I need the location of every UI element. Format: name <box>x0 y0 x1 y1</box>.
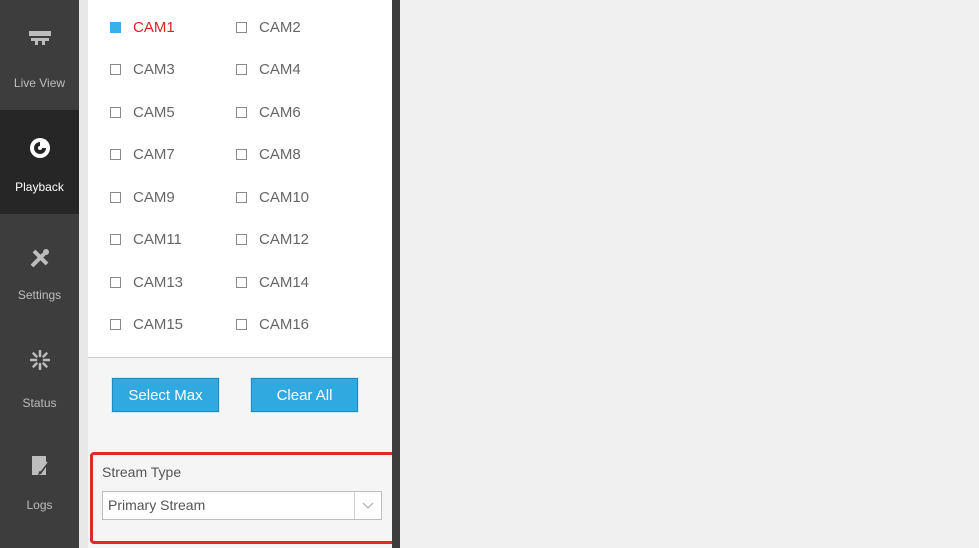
camera-checkbox-cam16[interactable]: CAM16 <box>236 315 309 335</box>
select-max-button[interactable]: Select Max <box>112 378 219 412</box>
stream-type-value: Primary Stream <box>108 497 206 513</box>
camera-checkbox-cam10[interactable]: CAM10 <box>236 187 309 207</box>
live-view-icon <box>28 26 52 50</box>
camera-label: CAM4 <box>259 61 301 78</box>
camera-checkbox-cam15[interactable]: CAM15 <box>110 315 183 335</box>
playback-icon <box>28 136 52 160</box>
checkbox[interactable] <box>110 64 121 75</box>
checkbox[interactable] <box>110 21 121 33</box>
playback-area <box>400 0 979 548</box>
camera-checkbox-cam12[interactable]: CAM12 <box>236 230 309 250</box>
checkbox[interactable] <box>110 319 121 330</box>
camera-checkbox-cam4[interactable]: CAM4 <box>236 60 301 80</box>
nav-logs[interactable]: Logs <box>0 440 79 544</box>
checkbox[interactable] <box>236 64 247 75</box>
settings-icon <box>28 246 52 270</box>
nav-live-view[interactable]: Live View <box>0 0 79 104</box>
camera-checkbox-cam14[interactable]: CAM14 <box>236 272 309 292</box>
camera-label: CAM13 <box>133 273 184 291</box>
camera-label: CAM3 <box>133 61 175 78</box>
camera-label: CAM7 <box>133 146 175 163</box>
checkbox[interactable] <box>236 191 247 203</box>
channel-panel: CAM1 CAM2 CAM3 CAM4 CAM5 CAM6 CAM7 CAM8 CAM9 CAM1… <box>88 0 398 548</box>
checkbox[interactable] <box>236 21 247 33</box>
checkbox[interactable] <box>110 276 121 288</box>
checkbox[interactable] <box>236 149 247 160</box>
camera-checkbox-cam1[interactable]: CAM1 <box>110 17 175 37</box>
checkbox[interactable] <box>110 191 121 203</box>
logs-icon <box>28 454 52 478</box>
chevron-down-icon[interactable] <box>354 492 381 519</box>
nav-playback-label: Playback <box>15 180 64 194</box>
checkbox[interactable] <box>110 234 121 245</box>
stream-type-select[interactable]: Primary Stream <box>102 491 382 520</box>
camera-label: CAM9 <box>133 188 175 206</box>
camera-label: CAM14 <box>259 273 310 291</box>
camera-label: CAM12 <box>259 231 310 248</box>
camera-checkbox-cam8[interactable]: CAM8 <box>236 145 301 165</box>
camera-label: CAM16 <box>259 316 310 333</box>
nav-settings[interactable]: Settings <box>0 220 79 324</box>
nav-status-label: Status <box>22 396 57 410</box>
camera-checkbox-cam9[interactable]: CAM9 <box>110 187 175 207</box>
camera-checkbox-cam13[interactable]: CAM13 <box>110 272 183 292</box>
camera-label: CAM8 <box>259 146 301 163</box>
stream-type-highlight: Stream Type Primary Stream <box>90 452 398 544</box>
camera-list: CAM1 CAM2 CAM3 CAM4 CAM5 CAM6 CAM7 CAM8 CAM9 CAM1… <box>88 0 392 358</box>
camera-label: CAM11 <box>133 231 182 248</box>
camera-label: CAM15 <box>133 316 184 333</box>
camera-checkbox-cam7[interactable]: CAM7 <box>110 145 175 165</box>
camera-label: CAM10 <box>259 188 310 206</box>
camera-checkbox-cam6[interactable]: CAM6 <box>236 102 301 122</box>
status-icon <box>28 348 52 372</box>
camera-checkbox-cam11[interactable]: CAM11 <box>110 230 182 250</box>
camera-checkbox-cam3[interactable]: CAM3 <box>110 60 175 80</box>
stream-type-label: Stream Type <box>102 464 182 480</box>
camera-checkbox-cam2[interactable]: CAM2 <box>236 17 301 37</box>
checkbox[interactable] <box>236 234 247 245</box>
checkbox[interactable] <box>110 149 121 160</box>
nav-live-view-label: Live View <box>13 76 66 90</box>
nav-logs-label: Logs <box>26 498 53 512</box>
clear-all-button[interactable]: Clear All <box>251 378 358 412</box>
camera-label: CAM1 <box>133 18 175 36</box>
checkbox[interactable] <box>236 319 247 330</box>
camera-label: CAM2 <box>259 18 301 36</box>
left-divider <box>79 0 88 548</box>
checkbox[interactable] <box>110 106 121 118</box>
camera-label: CAM5 <box>133 103 175 121</box>
panel-border <box>392 0 400 548</box>
checkbox[interactable] <box>236 106 247 118</box>
nav-status[interactable]: Status <box>0 330 79 434</box>
sidebar: Live View Playback Settings Status Logs <box>0 0 79 548</box>
camera-label: CAM6 <box>259 103 301 121</box>
camera-checkbox-cam5[interactable]: CAM5 <box>110 102 175 122</box>
checkbox[interactable] <box>236 276 247 288</box>
nav-playback[interactable]: Playback <box>0 110 79 214</box>
nav-settings-label: Settings <box>17 288 62 302</box>
